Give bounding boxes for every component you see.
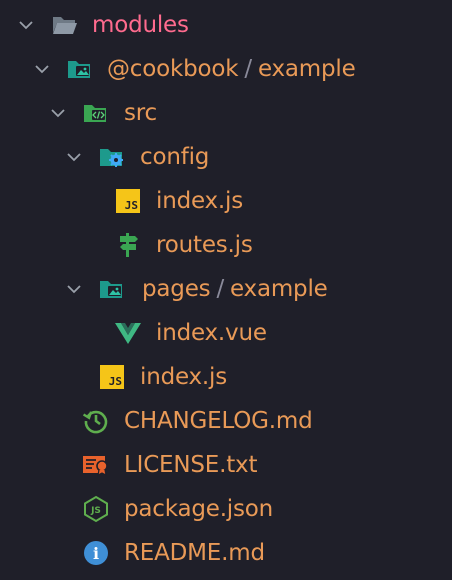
tree-item-cookbook-example[interactable]: @cookbook / example: [0, 47, 452, 91]
tree-item-label: package.json: [124, 496, 274, 522]
tree-item-license[interactable]: LICENSE.txt: [0, 443, 452, 487]
info-badge: i: [84, 541, 108, 565]
tree-item-label: CHANGELOG.md: [124, 408, 313, 434]
folder-images-icon: [97, 274, 127, 304]
tree-item-readme[interactable]: i README.md: [0, 531, 452, 575]
certificate-icon: [81, 450, 111, 480]
tree-item-changelog[interactable]: CHANGELOG.md: [0, 399, 452, 443]
signpost-icon: [113, 230, 143, 260]
tree-item-label: index.js: [156, 188, 244, 214]
nodejs-badge: JS: [90, 506, 101, 516]
tree-item-label: index.js: [140, 364, 228, 390]
tree-item-label: src: [124, 100, 157, 126]
tree-item-label: routes.js: [156, 232, 253, 258]
js-badge: JS: [116, 189, 140, 213]
package-name: example: [257, 56, 356, 82]
folder-open-icon: [50, 10, 80, 40]
tree-item-label: LICENSE.txt: [124, 452, 258, 478]
chevron-down-icon[interactable]: [31, 58, 53, 80]
tree-item-config-index-js[interactable]: JS index.js: [0, 179, 452, 223]
file-tree: modules @cookbook / example src config J…: [0, 0, 452, 580]
path-separator: /: [244, 56, 252, 82]
javascript-file-icon: JS: [97, 362, 127, 392]
vue-file-icon: [113, 318, 143, 348]
tree-item-label: README.md: [124, 540, 265, 566]
js-badge: JS: [100, 365, 124, 389]
tree-item-label: index.vue: [156, 320, 267, 346]
path-separator: /: [216, 276, 224, 302]
javascript-file-icon: JS: [113, 186, 143, 216]
history-icon: [81, 406, 111, 436]
tree-item-src-index-js[interactable]: JS index.js: [0, 355, 452, 399]
folder-name: pages: [142, 276, 211, 302]
chevron-down-icon[interactable]: [47, 102, 69, 124]
chevron-down-icon[interactable]: [63, 146, 85, 168]
folder-images-icon: [65, 54, 95, 84]
tree-item-label: config: [140, 144, 210, 170]
tree-item-config[interactable]: config: [0, 135, 452, 179]
chevron-down-icon[interactable]: [63, 278, 85, 300]
tree-item-modules[interactable]: modules: [0, 3, 452, 47]
nodejs-icon: JS: [81, 494, 111, 524]
subfolder-name: example: [230, 276, 328, 302]
tree-item-index-vue[interactable]: index.vue: [0, 311, 452, 355]
chevron-down-icon[interactable]: [15, 14, 37, 36]
tree-item-routes-js[interactable]: routes.js: [0, 223, 452, 267]
info-icon: i: [81, 538, 111, 568]
tree-item-package-json[interactable]: JS package.json: [0, 487, 452, 531]
folder-src-icon: [81, 98, 111, 128]
tree-item-pages-example[interactable]: pages / example: [0, 267, 452, 311]
tree-item-src[interactable]: src: [0, 91, 452, 135]
tree-item-label: modules: [92, 12, 189, 38]
package-scope: @cookbook: [107, 56, 239, 82]
folder-config-icon: [97, 142, 127, 172]
